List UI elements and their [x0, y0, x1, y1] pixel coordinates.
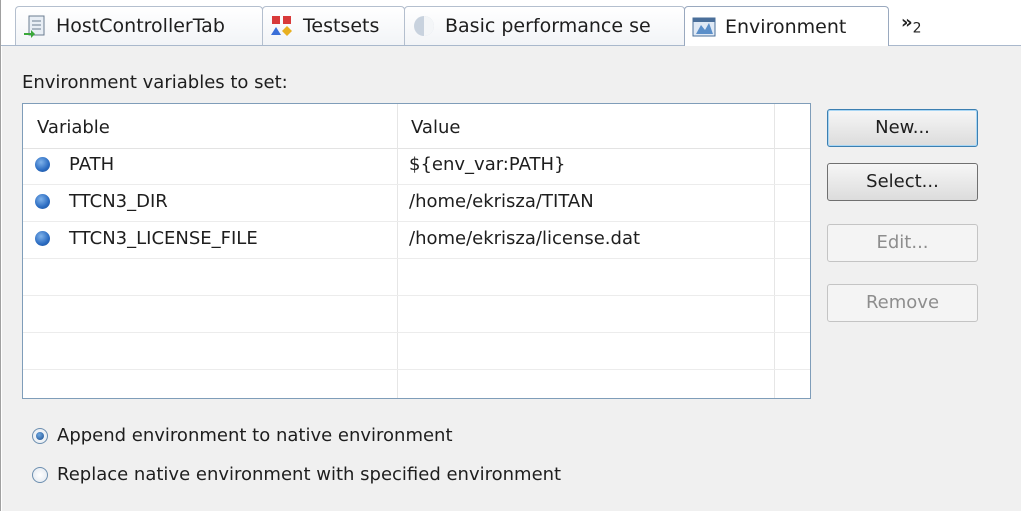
remove-button[interactable]: Remove [827, 284, 978, 322]
variable-bullet-icon [35, 194, 50, 209]
environment-icon [691, 14, 717, 40]
column-header-variable[interactable]: Variable [23, 104, 397, 148]
chevron-right-icon: » [901, 12, 913, 33]
tab-testsets[interactable]: Testsets [262, 6, 405, 45]
table-row-empty [23, 296, 810, 333]
table-row-empty [23, 333, 810, 370]
variable-name: TTCN3_LICENSE_FILE [69, 228, 258, 249]
append-environment-option[interactable]: Append environment to native environment [32, 425, 453, 446]
tab-host-controller[interactable]: HostControllerTab [15, 6, 263, 45]
environment-variables-label: Environment variables to set: [22, 72, 288, 93]
table-row-empty [23, 370, 810, 398]
variable-name: PATH [69, 154, 115, 175]
variable-value: /home/ekrisza/license.dat [409, 228, 641, 249]
tab-environment[interactable]: Environment [684, 6, 889, 46]
overflow-count: 2 [912, 20, 922, 37]
performance-icon [411, 13, 437, 39]
new-button[interactable]: New... [827, 109, 978, 147]
tab-label: HostControllerTab [56, 15, 225, 37]
replace-environment-option[interactable]: Replace native environment with specifie… [32, 464, 561, 485]
variable-value: ${env_var:PATH} [409, 154, 566, 175]
variable-bullet-icon [35, 231, 50, 246]
variable-value: /home/ekrisza/TITAN [409, 191, 594, 212]
table-row[interactable]: TTCN3_LICENSE_FILE /home/ekrisza/license… [23, 222, 810, 259]
launch-configuration-panel: HostControllerTab Testsets Basic perform… [0, 0, 1021, 511]
tab-label: Testsets [303, 15, 380, 37]
table-row-empty [23, 259, 810, 296]
tab-label: Environment [725, 15, 847, 38]
table-row[interactable]: PATH ${env_var:PATH} [23, 148, 810, 185]
radio-unchecked[interactable] [32, 466, 48, 483]
column-header-value[interactable]: Value [397, 104, 775, 148]
edit-button[interactable]: Edit... [827, 224, 978, 262]
radio-checked[interactable] [32, 427, 48, 444]
tab-bar: HostControllerTab Testsets Basic perform… [1, 0, 1021, 46]
append-environment-label: Append environment to native environment [57, 425, 453, 446]
select-button[interactable]: Select... [827, 163, 978, 201]
testsets-icon [269, 13, 295, 39]
tab-basic-performance[interactable]: Basic performance se [404, 6, 685, 45]
replace-environment-label: Replace native environment with specifie… [57, 464, 562, 485]
variable-bullet-icon [35, 157, 50, 172]
table-header: Variable Value [23, 104, 810, 149]
tab-overflow-button[interactable]: »2 [901, 12, 922, 37]
table-row[interactable]: TTCN3_DIR /home/ekrisza/TITAN [23, 185, 810, 222]
environment-variables-table[interactable]: Variable Value PATH ${env_var:PATH} TTCN… [22, 103, 811, 399]
environment-tab-content: Environment variables to set: Variable V… [2, 46, 1021, 511]
variable-name: TTCN3_DIR [69, 191, 168, 212]
host-controller-icon [22, 13, 48, 39]
tab-label: Basic performance se [445, 15, 651, 37]
